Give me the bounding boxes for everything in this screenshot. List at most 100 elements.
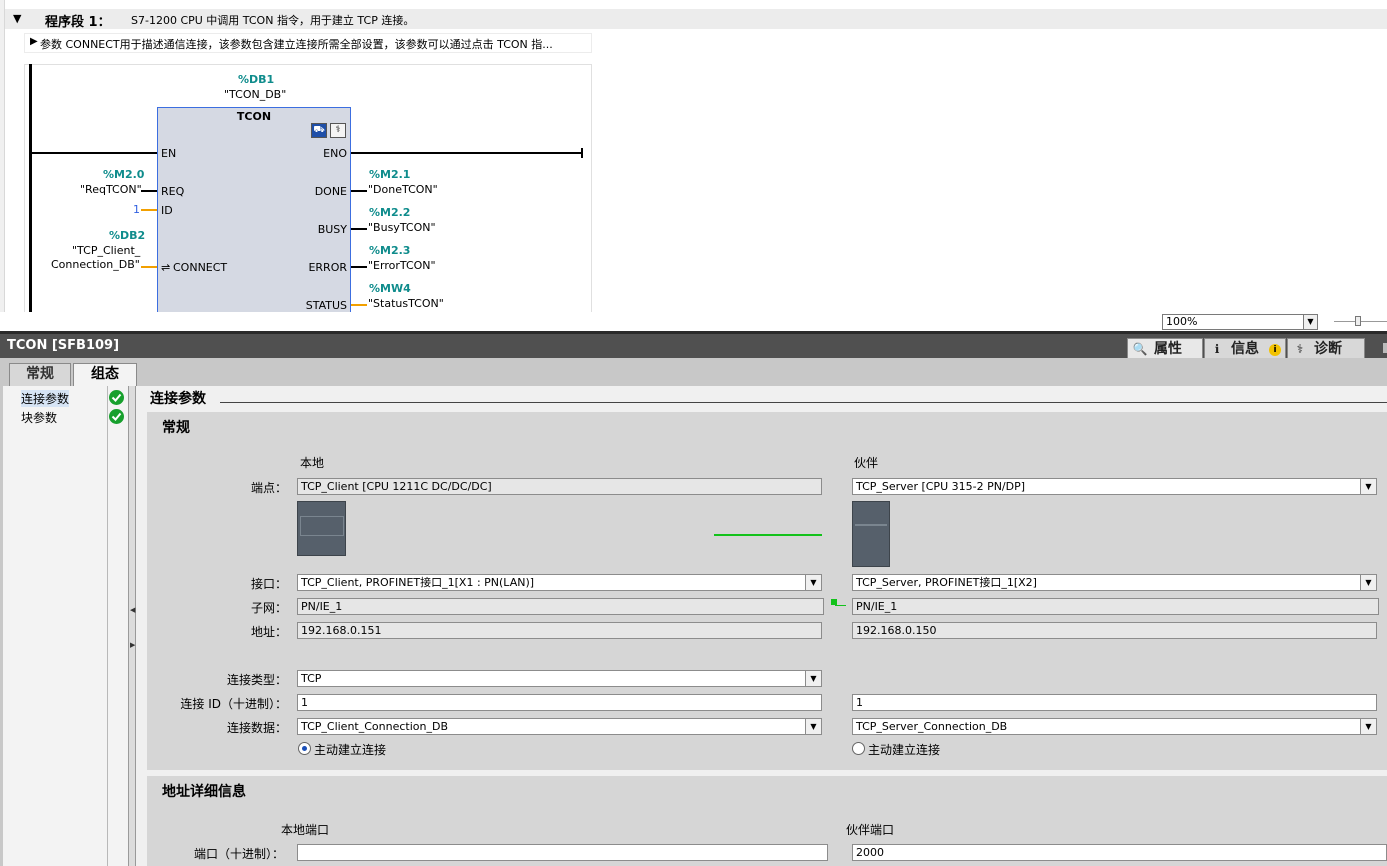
- tab-properties-label: 属性: [1154, 341, 1182, 357]
- local-active-label: 主动建立连接: [314, 743, 387, 757]
- zoom-select[interactable]: 100% ▼: [1162, 314, 1318, 330]
- local-interface-select[interactable]: TCP_Client, PROFINET接口_1[X1 : PN(LAN)] ▼: [297, 574, 822, 591]
- diagnostics-tab-icon: ⚕: [1296, 342, 1304, 356]
- tab-configuration[interactable]: 组态: [73, 363, 137, 387]
- done-address: %M2.1: [369, 168, 411, 181]
- port-label: 端口（十进制）：: [193, 847, 284, 861]
- partner-endpoint-select[interactable]: TCP_Server [CPU 315-2 PN/DP] ▼: [852, 478, 1377, 495]
- tab-general[interactable]: 常规: [9, 363, 71, 386]
- collapse-arrow-icon[interactable]: ▼: [13, 12, 21, 25]
- pin-connect-prefix: ⇌: [161, 261, 171, 274]
- pin-status: STATUS: [305, 299, 347, 312]
- nav-item-connection-params[interactable]: 连接参数: [21, 390, 70, 407]
- network-link-line: [714, 534, 822, 536]
- zoom-value: 100%: [1166, 315, 1198, 328]
- local-active-radio[interactable]: 主动建立连接: [298, 741, 386, 758]
- wire-end: [581, 148, 583, 158]
- expand-right-icon[interactable]: ▶: [130, 641, 135, 649]
- address-label: 地址：: [250, 625, 287, 639]
- partner-interface-value: TCP_Server, PROFINET接口_1[X2]: [856, 576, 1037, 589]
- pin-connect: CONNECT: [173, 261, 228, 274]
- panel-edge-icon: [1383, 343, 1387, 353]
- inspector-title: TCON [SFB109]: [7, 338, 120, 353]
- network-comment[interactable]: ▶ 参数 CONNECT用于描述通信连接，该参数包含建立连接所需全部设置，该参数…: [24, 33, 592, 53]
- error-operand[interactable]: "ErrorTCON": [368, 259, 436, 272]
- check-icon: [109, 390, 124, 405]
- chevron-down-icon[interactable]: ▼: [1360, 575, 1376, 590]
- connect-wire: [141, 266, 158, 268]
- partner-active-radio[interactable]: 主动建立连接: [852, 741, 940, 758]
- inspector-titlebar: TCON [SFB109] 🔍 属性 ℹ 信息 i ⚕ 诊断: [0, 331, 1387, 361]
- tab-info-label: 信息: [1231, 341, 1259, 357]
- editor-left-edge: [0, 0, 5, 331]
- ladder-editor: ▼ 程序段 1： S7-1200 CPU 中调用 TCON 指令，用于建立 TC…: [0, 0, 1387, 331]
- configuration-icon[interactable]: ⛟: [311, 123, 327, 138]
- local-plc-image: [297, 501, 346, 556]
- local-address-field: 192.168.0.151: [297, 622, 822, 639]
- connect-operand-line2[interactable]: Connection_DB": [51, 258, 140, 271]
- id-wire: [141, 209, 158, 211]
- network-comment-text: 参数 CONNECT用于描述通信连接，该参数包含建立连接所需全部设置，该参数可以…: [40, 38, 553, 51]
- partner-header: 伙伴: [854, 456, 879, 470]
- local-port-input[interactable]: [297, 844, 828, 861]
- local-endpoint-field: TCP_Client [CPU 1211C DC/DC/DC]: [297, 478, 822, 495]
- busy-operand[interactable]: "BusyTCON": [368, 221, 436, 234]
- local-header: 本地: [300, 456, 325, 470]
- chevron-down-icon[interactable]: ▼: [1360, 479, 1376, 494]
- inspector-tab-row: 常规 组态: [0, 358, 1387, 387]
- radio-unchecked-icon: [852, 742, 865, 755]
- done-operand[interactable]: "DoneTCON": [368, 183, 438, 196]
- status-wire: [350, 304, 367, 306]
- pin-en: EN: [161, 147, 177, 160]
- partner-port-input[interactable]: 2000: [852, 844, 1387, 861]
- req-wire: [141, 190, 158, 192]
- id-operand[interactable]: 1: [133, 203, 140, 216]
- partner-connection-id-input[interactable]: 1: [852, 694, 1377, 711]
- local-connection-data-select[interactable]: TCP_Client_Connection_DB ▼: [297, 718, 822, 735]
- req-address: %M2.0: [103, 168, 145, 181]
- expand-arrow-icon[interactable]: ▶: [30, 36, 38, 47]
- chevron-down-icon[interactable]: ▼: [805, 575, 821, 590]
- address-details-title: 地址详细信息: [162, 784, 246, 800]
- subnet-label: 子网：: [250, 601, 287, 615]
- error-wire: [350, 266, 367, 268]
- partner-address-field: 192.168.0.150: [852, 622, 1377, 639]
- config-nav: 连接参数 块参数: [3, 386, 129, 866]
- eno-wire: [350, 152, 582, 154]
- plc-module-detail: [300, 516, 344, 536]
- address-details-group: 地址详细信息 本地端口 伙伴端口 端口（十进制）： 2000: [147, 776, 1387, 866]
- network-title: 程序段 1：: [45, 15, 111, 30]
- tcon-block[interactable]: TCON ⛟ ⚕ EN REQ ID ⇌ CONNECT ENO DONE BU…: [157, 107, 351, 313]
- chevron-down-icon[interactable]: ▼: [805, 719, 821, 734]
- network-description[interactable]: S7-1200 CPU 中调用 TCON 指令，用于建立 TCP 连接。: [131, 12, 414, 28]
- properties-icon: 🔍: [1132, 342, 1148, 356]
- check-icon: [109, 409, 124, 424]
- info-badge-icon: i: [1269, 344, 1281, 356]
- nav-item-block-params[interactable]: 块参数: [21, 409, 57, 426]
- chevron-down-icon[interactable]: ▼: [1303, 315, 1317, 329]
- power-rail: [29, 64, 32, 314]
- radio-checked-icon: [298, 742, 311, 755]
- nav-splitter[interactable]: ◀ ▶: [129, 386, 136, 866]
- collapse-left-icon[interactable]: ◀: [130, 606, 135, 614]
- connection-type-value: TCP: [301, 672, 322, 685]
- status-operand[interactable]: "StatusTCON": [368, 297, 444, 310]
- local-connection-id-input[interactable]: 1: [297, 694, 822, 711]
- zoom-slider-thumb[interactable]: [1355, 316, 1361, 326]
- pin-error: ERROR: [308, 261, 347, 274]
- diagnostics-icon[interactable]: ⚕: [330, 123, 346, 138]
- req-operand[interactable]: "ReqTCON": [80, 183, 142, 196]
- pin-done: DONE: [314, 185, 347, 198]
- partner-connection-data-select[interactable]: TCP_Server_Connection_DB ▼: [852, 718, 1377, 735]
- pin-busy: BUSY: [317, 223, 347, 236]
- busy-address: %M2.2: [369, 206, 411, 219]
- partner-interface-select[interactable]: TCP_Server, PROFINET接口_1[X2] ▼: [852, 574, 1377, 591]
- info-icon: ℹ: [1214, 342, 1220, 356]
- connect-operand-line1[interactable]: "TCP_Client_: [72, 244, 140, 257]
- chevron-down-icon[interactable]: ▼: [805, 671, 821, 686]
- instance-db-name[interactable]: "TCON_DB": [224, 88, 286, 101]
- network-header[interactable]: ▼ 程序段 1： S7-1200 CPU 中调用 TCON 指令，用于建立 TC…: [5, 9, 1387, 30]
- partner-plc-image: [852, 501, 890, 567]
- connection-type-select[interactable]: TCP ▼: [297, 670, 822, 687]
- chevron-down-icon[interactable]: ▼: [1360, 719, 1376, 734]
